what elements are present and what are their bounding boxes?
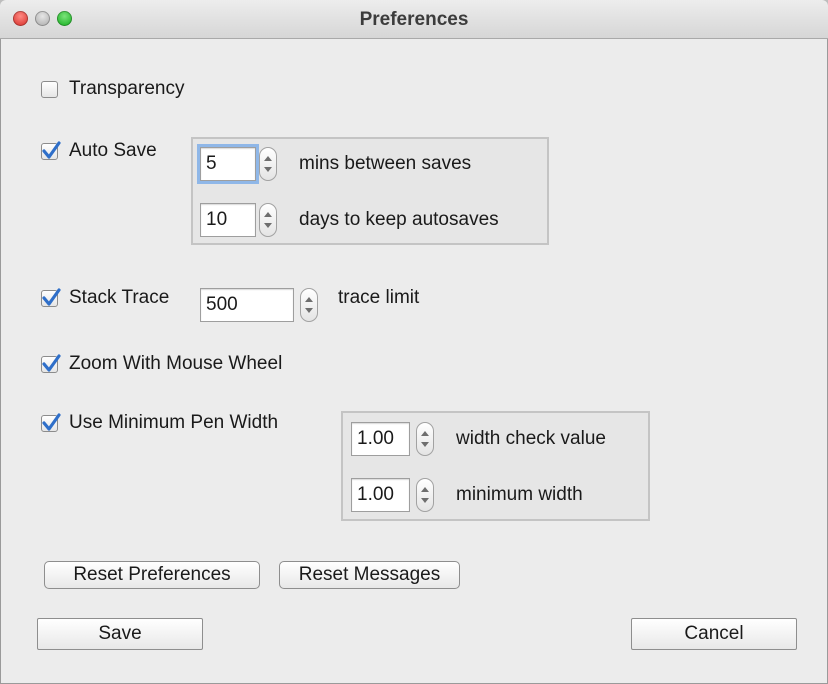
days-to-keep-input[interactable]: 10 xyxy=(200,203,256,237)
days-stepper[interactable] xyxy=(259,203,277,237)
stepper-up-icon[interactable] xyxy=(305,297,313,302)
zoom-mouse-wheel-checkbox[interactable] xyxy=(41,354,61,373)
save-button[interactable]: Save xyxy=(37,618,203,650)
mins-between-saves-input[interactable]: 5 xyxy=(200,147,256,181)
window-title: Preferences xyxy=(359,9,469,30)
stepper-up-icon[interactable] xyxy=(421,487,429,492)
stack-trace-label: Stack Trace xyxy=(69,287,170,308)
mins-stepper[interactable] xyxy=(259,147,277,181)
stepper-down-icon[interactable] xyxy=(305,308,313,313)
zoom-mouse-wheel-label: Zoom With Mouse Wheel xyxy=(69,353,283,374)
width-check-stepper[interactable] xyxy=(416,422,434,456)
width-check-value-label: width check value xyxy=(456,428,606,449)
stepper-down-icon[interactable] xyxy=(421,498,429,503)
reset-preferences-button[interactable]: Reset Preferences xyxy=(44,561,260,589)
min-pen-width-checkbox[interactable] xyxy=(41,413,61,432)
mins-between-saves-label: mins between saves xyxy=(299,153,472,174)
stepper-up-icon[interactable] xyxy=(264,156,272,161)
minimum-width-stepper[interactable] xyxy=(416,478,434,512)
minimum-width-label: minimum width xyxy=(456,484,583,505)
auto-save-checkbox[interactable] xyxy=(41,141,61,160)
checkmark-icon xyxy=(42,288,61,306)
stepper-up-icon[interactable] xyxy=(421,431,429,436)
trace-limit-input[interactable]: 500 xyxy=(200,288,294,322)
checkmark-icon xyxy=(42,141,61,159)
auto-save-label: Auto Save xyxy=(69,140,157,161)
days-to-keep-label: days to keep autosaves xyxy=(299,209,499,230)
stepper-down-icon[interactable] xyxy=(421,442,429,447)
stepper-down-icon[interactable] xyxy=(264,223,272,228)
stepper-up-icon[interactable] xyxy=(264,212,272,217)
checkmark-icon xyxy=(42,354,61,372)
min-pen-width-label: Use Minimum Pen Width xyxy=(69,412,279,433)
width-check-value-input[interactable]: 1.00 xyxy=(351,422,410,456)
stack-trace-checkbox[interactable] xyxy=(41,288,61,307)
transparency-checkbox[interactable] xyxy=(41,81,58,98)
checkmark-icon xyxy=(42,413,61,431)
minimum-width-input[interactable]: 1.00 xyxy=(351,478,410,512)
transparency-label: Transparency xyxy=(69,78,185,99)
preferences-window: Preferences Transparency Auto Save 5 min… xyxy=(0,0,828,684)
trace-limit-stepper[interactable] xyxy=(300,288,318,322)
reset-messages-button[interactable]: Reset Messages xyxy=(279,561,460,589)
cancel-button[interactable]: Cancel xyxy=(631,618,797,650)
title-bar: Preferences xyxy=(0,0,828,39)
stepper-down-icon[interactable] xyxy=(264,167,272,172)
trace-limit-label: trace limit xyxy=(338,287,420,308)
